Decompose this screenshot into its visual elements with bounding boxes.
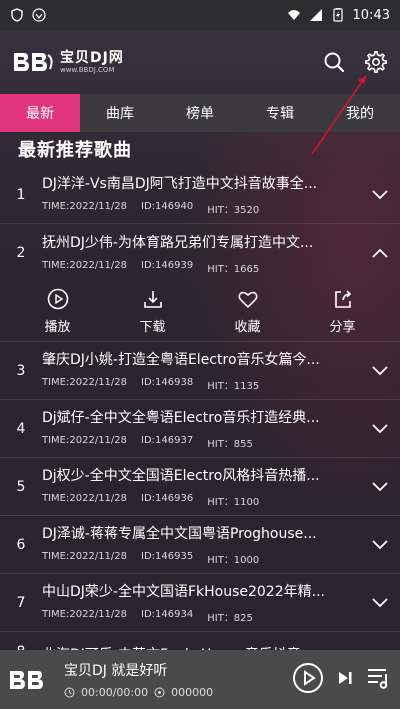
- song-row[interactable]: 7 中山DJ荣少-全中文国语FkHouse2022年精... TIME:2022…: [0, 574, 400, 632]
- song-number: 6: [16, 536, 26, 553]
- song-hits: HIT：1665: [207, 263, 260, 275]
- share-icon: [334, 290, 351, 308]
- song-list: 1 DJ洋洋-Vs南昌DJ阿飞打造中文抖音故事全... TIME:2022/11…: [0, 166, 400, 690]
- song-number: 3: [16, 362, 26, 379]
- song-title: DJ洋洋-Vs南昌DJ阿飞打造中文抖音故事全...: [42, 176, 318, 192]
- section-title: 最新推荐歌曲: [18, 140, 132, 161]
- song-hits: HIT：3520: [207, 205, 260, 216]
- chevron-down-icon: [372, 597, 388, 607]
- song-hits: HIT：1000: [207, 555, 260, 566]
- chevron-down-icon: [372, 189, 388, 199]
- song-hits: HIT：825: [207, 613, 253, 624]
- song-number: 7: [16, 594, 26, 611]
- song-id: ID:146938: [141, 377, 194, 388]
- annotation-arrow: [311, 75, 367, 155]
- song-time: TIME:2022/11/28: [42, 609, 128, 620]
- signal-icon: [309, 9, 322, 21]
- play-action-label: 播放: [44, 320, 71, 335]
- wifi-badge-icon: [32, 8, 46, 22]
- song-row[interactable]: 1 DJ洋洋-Vs南昌DJ阿飞打造中文抖音故事全... TIME:2022/11…: [0, 166, 400, 224]
- heart-icon: [237, 291, 258, 309]
- song-hits: HIT：1135: [207, 381, 260, 392]
- song-id: ID:146934: [141, 609, 194, 620]
- song-title: 肇庆DJ小姚-打造全粤语Electro音乐女篇今...: [42, 352, 320, 368]
- chevron-down-icon: [372, 481, 388, 491]
- collapse-button[interactable]: [360, 248, 400, 258]
- expand-button[interactable]: [360, 539, 400, 550]
- next-button[interactable]: [336, 669, 354, 691]
- song-title: 抚州DJ少伟-为体育路兄弟们专属打造中文...: [42, 234, 314, 251]
- song-hits: HIT：1100: [207, 497, 260, 508]
- tab-charts[interactable]: 榜单: [160, 94, 240, 132]
- song-id: ID:146940: [141, 201, 194, 212]
- song-row[interactable]: 6 DJ泽诚-蒋蒋专属全中文国粤语Proghouse... TIME:2022/…: [0, 516, 400, 574]
- play-button[interactable]: [292, 662, 324, 698]
- logo-title: 宝贝DJ网: [60, 49, 124, 66]
- logo-url: www.BBDJ.COM: [60, 65, 115, 74]
- wifi-icon: [287, 10, 300, 20]
- song-title: Dj斌仔-全中文全粤语Electro音乐打造经典...: [42, 410, 320, 426]
- chevron-up-icon: [372, 248, 388, 258]
- tab-latest[interactable]: 最新: [0, 94, 80, 132]
- song-id: ID:146939: [141, 259, 194, 271]
- expand-button[interactable]: [360, 423, 400, 434]
- favorite-action-label: 收藏: [234, 320, 261, 335]
- bbdj-logo-icon: [10, 670, 43, 689]
- share-action-label: 分享: [329, 320, 356, 335]
- app-logo: 宝贝DJ网 www.BBDJ.COM: [12, 47, 124, 77]
- chevron-down-icon: [372, 423, 388, 433]
- song-time: TIME:2022/11/28: [42, 201, 128, 212]
- battery-icon: [332, 8, 343, 22]
- song-number: 2: [16, 245, 26, 261]
- chevron-down-icon: [372, 365, 388, 375]
- share-action-button[interactable]: 分享: [313, 288, 373, 335]
- expand-button[interactable]: [360, 365, 400, 376]
- song-number: 4: [16, 420, 26, 437]
- expand-button[interactable]: [360, 189, 400, 200]
- tab-library[interactable]: 曲库: [80, 94, 160, 132]
- expand-button[interactable]: [360, 597, 400, 608]
- clock-icon: [64, 687, 75, 698]
- song-number: 5: [16, 478, 26, 495]
- headphones-icon: [154, 687, 165, 698]
- player-play-count: 000000: [171, 686, 214, 699]
- song-time: TIME:2022/11/28: [42, 259, 128, 271]
- song-hits: HIT：855: [207, 439, 253, 450]
- song-title: 中山DJ荣少-全中文国语FkHouse2022年精...: [42, 584, 325, 600]
- song-row[interactable]: 2 抚州DJ少伟-为体育路兄弟们专属打造中文... TIME:2022/11/2…: [0, 224, 400, 282]
- play-circle-icon: [47, 288, 68, 310]
- shield-icon: [11, 8, 23, 22]
- song-title: Dj权少-全中文全国语Electro风格抖音热播...: [42, 468, 320, 484]
- player-time: 00:00/00:00: [81, 686, 149, 699]
- song-number: 1: [16, 186, 26, 203]
- song-row[interactable]: 3 肇庆DJ小姚-打造全粤语Electro音乐女篇今... TIME:2022/…: [0, 342, 400, 400]
- mini-player[interactable]: 宝贝DJ 就是好听 00:00/00:00 000000: [0, 650, 400, 709]
- song-title: DJ泽诚-蒋蒋专属全中文国粤语Proghouse...: [42, 526, 317, 542]
- song-time: TIME:2022/11/28: [42, 493, 128, 504]
- playlist-icon: [368, 668, 388, 689]
- download-action-label: 下载: [139, 320, 166, 335]
- play-circle-icon: [293, 662, 323, 693]
- song-time: TIME:2022/11/28: [42, 377, 128, 388]
- expand-button[interactable]: [360, 481, 400, 492]
- playlist-button[interactable]: [366, 665, 392, 695]
- skip-next-icon: [339, 671, 352, 684]
- status-bar: 10:43: [0, 0, 400, 30]
- song-row[interactable]: 4 Dj斌仔-全中文全粤语Electro音乐打造经典... TIME:2022/…: [0, 400, 400, 458]
- bbdj-logo-icon: [14, 53, 53, 71]
- chevron-down-icon: [372, 539, 388, 549]
- song-action-bar: 播放 下载 收藏 分享: [0, 282, 400, 342]
- download-action-button[interactable]: 下载: [123, 288, 183, 335]
- status-time: 10:43: [352, 7, 390, 23]
- song-time: TIME:2022/11/28: [42, 435, 128, 446]
- favorite-action-button[interactable]: 收藏: [218, 288, 278, 335]
- play-action-button[interactable]: 播放: [28, 288, 88, 335]
- song-id: ID:146936: [141, 493, 194, 504]
- song-id: ID:146937: [141, 435, 194, 446]
- download-icon: [143, 291, 162, 308]
- player-title: 宝贝DJ 就是好听: [64, 663, 168, 679]
- song-time: TIME:2022/11/28: [42, 551, 128, 562]
- song-id: ID:146935: [141, 551, 194, 562]
- song-row[interactable]: 5 Dj权少-全中文全国语Electro风格抖音热播... TIME:2022/…: [0, 458, 400, 516]
